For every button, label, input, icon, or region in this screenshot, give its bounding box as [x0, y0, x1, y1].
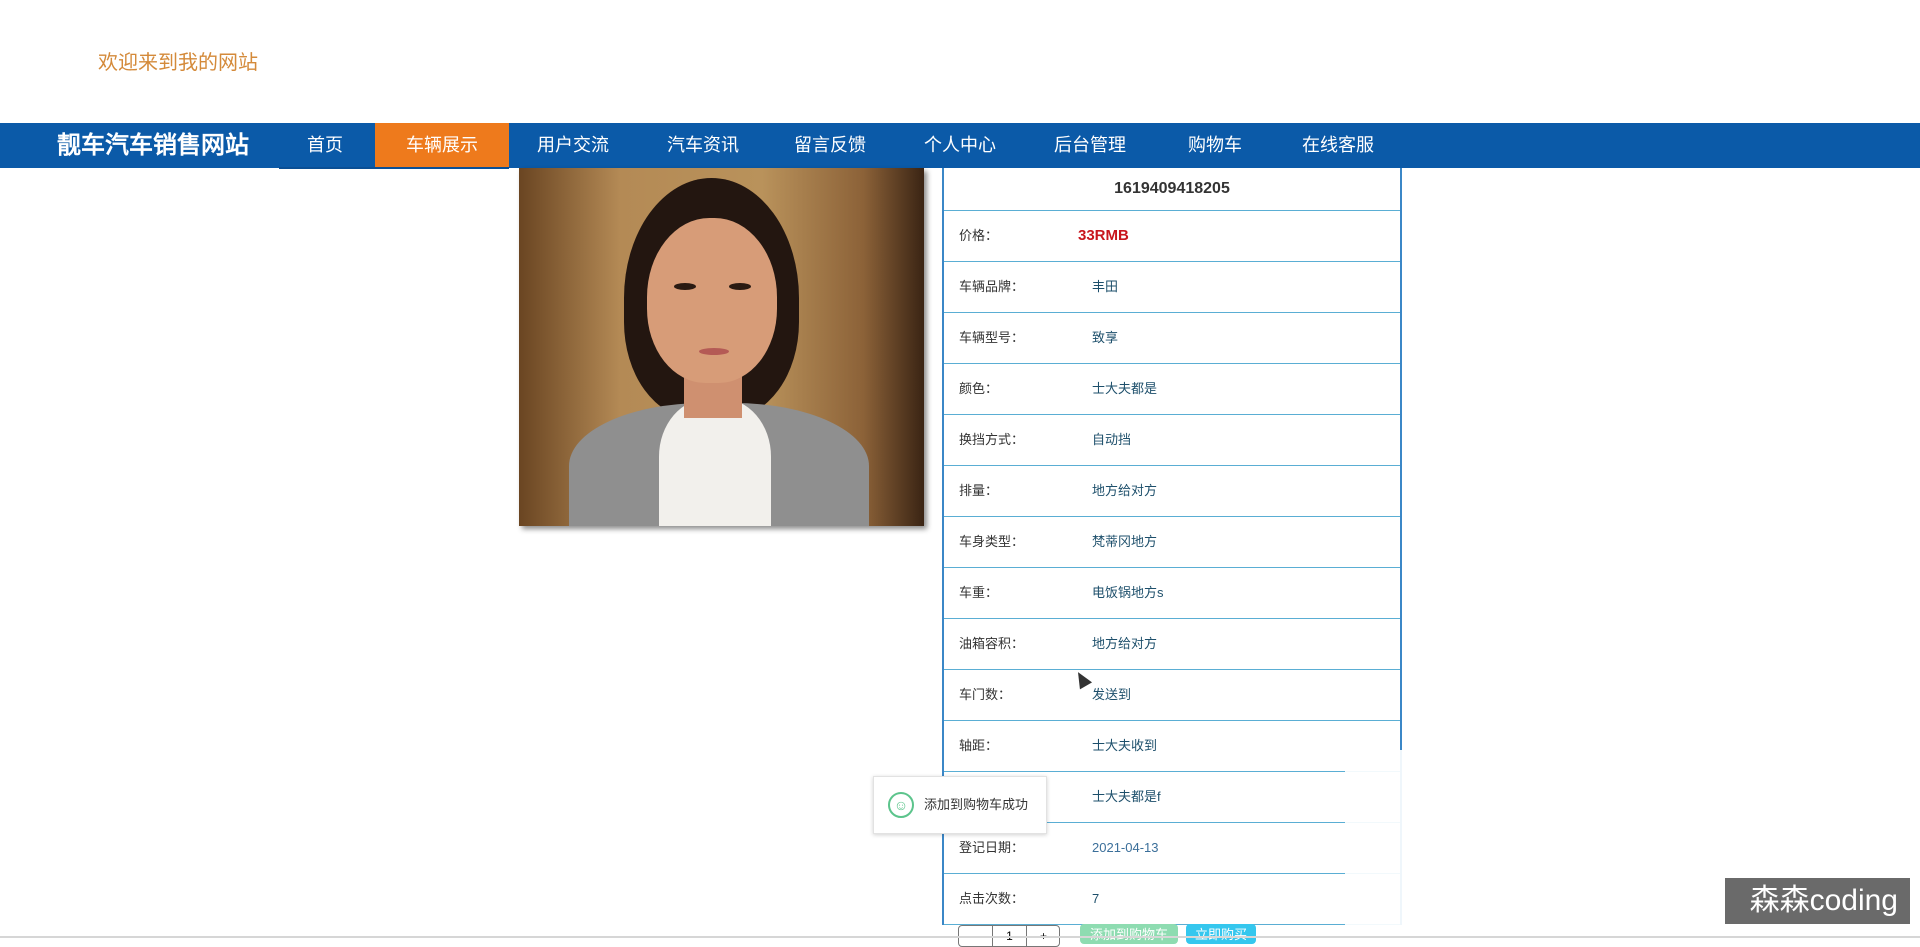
nav-item-support[interactable]: 在线客服 — [1290, 123, 1386, 168]
nav-item-home[interactable]: 首页 — [280, 123, 370, 168]
row-label: 油箱容积： — [959, 636, 1025, 651]
toast-notification: ☺ 添加到购物车成功 — [873, 776, 1047, 834]
row-label: 车身类型： — [959, 534, 1025, 549]
nav-underline — [279, 167, 509, 169]
detail-row-transmission: 换挡方式： 自动挡 — [944, 415, 1400, 466]
row-label: 点击次数： — [959, 891, 1025, 906]
row-label: 价格： — [959, 228, 999, 243]
watermark: 森森coding — [1725, 878, 1910, 924]
detail-row-wheelbase: 轴距： 士大夫收到 — [944, 721, 1400, 772]
row-label: 排量： — [959, 483, 999, 498]
nav-item-community[interactable]: 用户交流 — [525, 123, 621, 168]
fade-overlay — [1345, 750, 1415, 938]
row-value: 致享 — [1092, 330, 1119, 345]
row-value: 2021-04-13 — [1092, 840, 1159, 855]
detail-row-clicks: 点击次数： 7 — [944, 874, 1400, 925]
detail-row-weight: 车重： 电饭锅地方s — [944, 568, 1400, 619]
row-value: 电饭锅地方s — [1092, 585, 1164, 600]
welcome-text: 欢迎来到我的网站 — [98, 52, 258, 74]
vehicle-photo — [519, 168, 924, 526]
row-value: 33RMB — [1078, 227, 1129, 244]
detail-row-doors: 车门数： 发送到 — [944, 670, 1400, 721]
buy-now-button[interactable]: 立即购买 — [1186, 924, 1256, 944]
row-value: 士大夫收到 — [1092, 738, 1158, 753]
detail-row-displacement: 排量： 地方给对方 — [944, 466, 1400, 517]
row-value: 7 — [1092, 891, 1100, 906]
row-value: 地方给对方 — [1092, 483, 1158, 498]
nav-item-profile[interactable]: 个人中心 — [912, 123, 1008, 168]
site-brand[interactable]: 靓车汽车销售网站 — [57, 123, 249, 168]
detail-row-brand: 车辆品牌： 丰田 — [944, 262, 1400, 313]
nav-item-feedback[interactable]: 留言反馈 — [782, 123, 878, 168]
row-label: 车辆型号： — [959, 330, 1025, 345]
row-label: 车门数： — [959, 687, 1012, 702]
top-navbar: 靓车汽车销售网站 首页 车辆展示 用户交流 汽车资讯 留言反馈 个人中心 后台管… — [0, 123, 1920, 168]
row-label: 车重： — [959, 585, 999, 600]
row-value: 士大夫都是f — [1092, 789, 1161, 804]
add-to-cart-button[interactable]: 添加到购物车 — [1080, 924, 1178, 944]
row-value: 梵蒂冈地方 — [1092, 534, 1158, 549]
detail-row-model: 车辆型号： 致享 — [944, 313, 1400, 364]
vehicle-id-title: 1619409418205 — [944, 168, 1400, 211]
row-label: 换挡方式： — [959, 432, 1025, 447]
nav-item-admin[interactable]: 后台管理 — [1042, 123, 1138, 168]
row-value: 发送到 — [1092, 687, 1132, 702]
row-value: 士大夫都是 — [1092, 381, 1158, 396]
row-value: 丰田 — [1092, 279, 1119, 294]
detail-row-body-type: 车身类型： 梵蒂冈地方 — [944, 517, 1400, 568]
row-value: 地方给对方 — [1092, 636, 1158, 651]
row-label: 轴距： — [959, 738, 999, 753]
nav-item-cart[interactable]: 购物车 — [1175, 123, 1255, 168]
smile-icon: ☺ — [888, 792, 914, 818]
row-label: 颜色： — [959, 381, 999, 396]
nav-item-news[interactable]: 汽车资讯 — [655, 123, 751, 168]
detail-row-price: 价格： 33RMB — [944, 211, 1400, 262]
nav-item-vehicles[interactable]: 车辆展示 — [375, 123, 509, 168]
toast-message: 添加到购物车成功 — [924, 797, 1029, 812]
detail-row-color: 颜色： 士大夫都是 — [944, 364, 1400, 415]
row-label: 车辆品牌： — [959, 279, 1025, 294]
row-value: 自动挡 — [1092, 432, 1132, 447]
detail-row-tank: 油箱容积： 地方给对方 — [944, 619, 1400, 670]
